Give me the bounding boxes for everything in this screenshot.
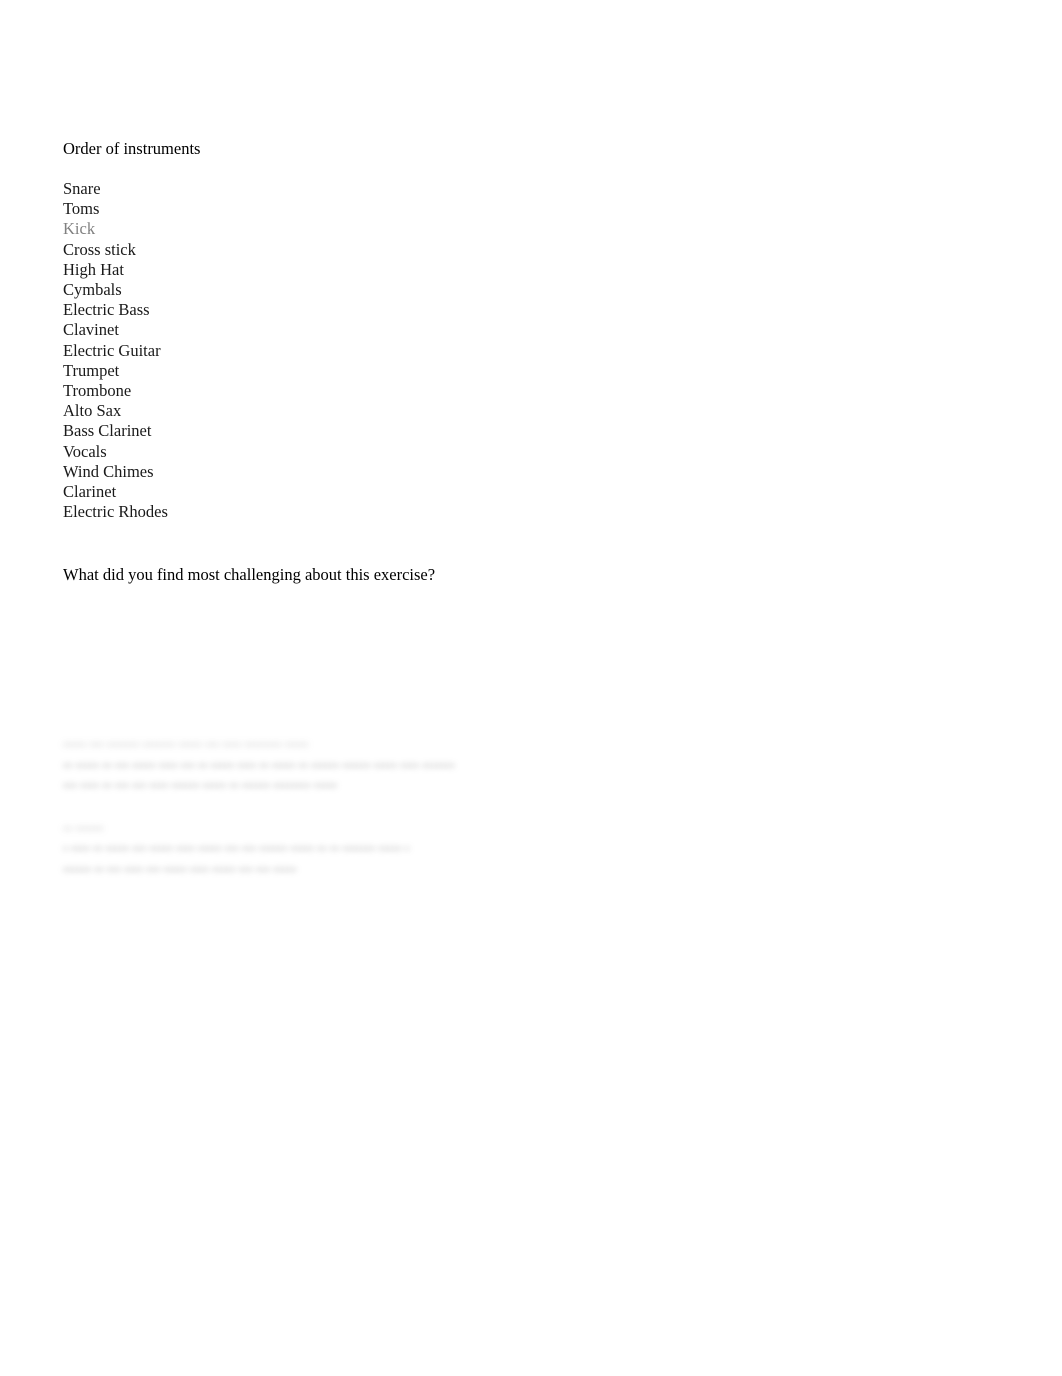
list-item: Toms: [63, 199, 100, 219]
list-item: Trumpet: [63, 360, 120, 380]
list-item: Snare: [63, 179, 101, 198]
list-item: Alto Sax: [63, 401, 122, 421]
list-item: Wind Chimes: [63, 461, 154, 481]
redacted-paragraph: •• •••••• • •••• •• ••••• ••• ••••• •••• …: [63, 819, 1003, 881]
list-item: Vocals: [63, 441, 107, 461]
list-item: Electric Bass: [63, 300, 150, 320]
redacted-line: •••••• •• ••• •••• ••• ••••• •••• ••••• …: [63, 861, 297, 877]
instrument-list: Snare Toms Kick Cross stick High Hat Cymbals E…: [63, 179, 1003, 522]
list-item: High Hat: [63, 259, 124, 279]
list-item: Kick: [63, 219, 96, 239]
list-item: Clarinet: [63, 482, 117, 502]
instrument-section: Order of instruments Snare Toms Kick Cross …: [63, 139, 1003, 522]
list-item: Cymbals: [63, 280, 122, 300]
redacted-paragraph: ••••• ••• ••••••• ••••••• ••••• ••• ••••…: [63, 735, 1003, 797]
redacted-line: •• ••••• •• ••• ••••• •••• ••• •• ••••• …: [63, 757, 455, 773]
redacted-line: ••• •••• •• ••• ••• •••• •••••• ••••• ••…: [63, 778, 338, 793]
list-item: Cross stick: [63, 239, 136, 259]
page-title: Order of instruments: [63, 139, 201, 158]
question-section: What did you find most challenging about…: [63, 565, 1003, 585]
list-item: Bass Clarinet: [63, 421, 152, 441]
list-item: Trombone: [63, 381, 132, 401]
list-item: Electric Guitar: [63, 340, 161, 360]
redacted-line: •• ••••••: [63, 820, 104, 836]
redacted-line: ••••• ••• ••••••• ••••••• ••••• ••• ••••…: [63, 737, 309, 752]
redacted-answer-region: ••••• ••• ••••••• ••••••• ••••• ••• ••••…: [63, 735, 1003, 902]
heading-spacer: [63, 159, 1003, 179]
challenge-question: What did you find most challenging about…: [63, 565, 436, 584]
list-item: Electric Rhodes: [63, 502, 168, 522]
redacted-line: • •••• •• ••••• ••• ••••• •••• ••••• •••…: [63, 841, 410, 856]
document-page: Order of instruments Snare Toms Kick Cross …: [0, 0, 1062, 1376]
list-item: Clavinet: [63, 320, 119, 340]
